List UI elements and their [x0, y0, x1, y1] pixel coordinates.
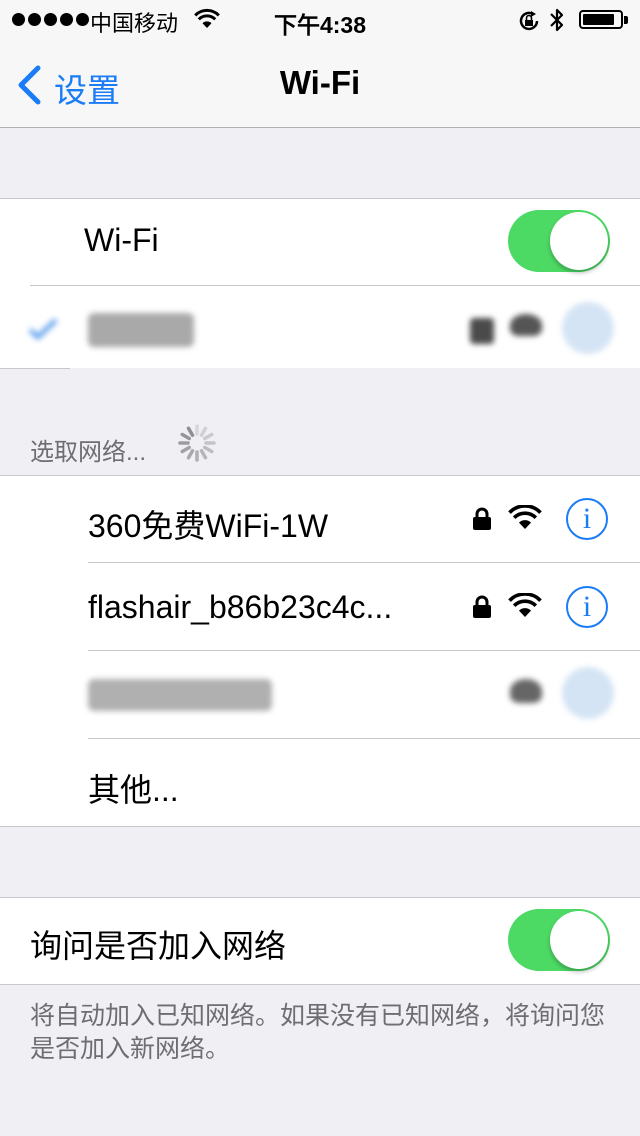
network-name[interactable]: flashair_b86b23c4c...: [88, 589, 392, 626]
info-icon[interactable]: [562, 302, 614, 354]
connected-network-name[interactable]: [88, 313, 194, 347]
info-button[interactable]: i: [566, 586, 608, 628]
network-name[interactable]: [88, 679, 272, 711]
ask-join-footer: 将自动加入已知网络。如果没有已知网络，将询问您是否加入新网络。: [30, 1002, 606, 1063]
ask-join-label: 询问是否加入网络: [30, 928, 287, 964]
lock-icon: [472, 595, 492, 624]
battery-nub: [624, 16, 628, 24]
rotation-lock-icon: [516, 8, 542, 39]
page-title: Wi-Fi: [279, 64, 361, 101]
info-icon[interactable]: [562, 667, 614, 719]
ask-join-group: 询问是否加入网络: [0, 897, 640, 985]
section-header: 选取网络...: [30, 439, 147, 466]
wifi-toggle-label: Wi-Fi: [84, 222, 159, 258]
lock-icon: [470, 318, 494, 344]
wifi-signal-icon: [510, 314, 542, 336]
wifi-signal-icon: [508, 504, 542, 536]
network-list-group: 360免费WiFi-1W i flashair_b86b23c4c... i 其…: [0, 475, 640, 827]
loading-spinner-icon: [176, 422, 218, 469]
ask-join-toggle[interactable]: [508, 909, 610, 971]
wifi-signal-icon: [510, 679, 542, 703]
checkmark-icon: [26, 316, 60, 347]
wifi-settings-group: Wi-Fi: [0, 198, 640, 368]
wifi-toggle[interactable]: [508, 210, 610, 272]
other-network-item[interactable]: 其他...: [88, 765, 179, 811]
lock-icon: [472, 507, 492, 536]
bluetooth-icon: [548, 6, 566, 39]
wifi-signal-icon: [508, 592, 542, 624]
battery-icon: [579, 10, 623, 29]
network-name[interactable]: 360免费WiFi-1W: [88, 501, 328, 547]
info-button[interactable]: i: [566, 498, 608, 540]
group-divider: [0, 368, 70, 369]
status-time: 下午4:38: [273, 12, 367, 38]
